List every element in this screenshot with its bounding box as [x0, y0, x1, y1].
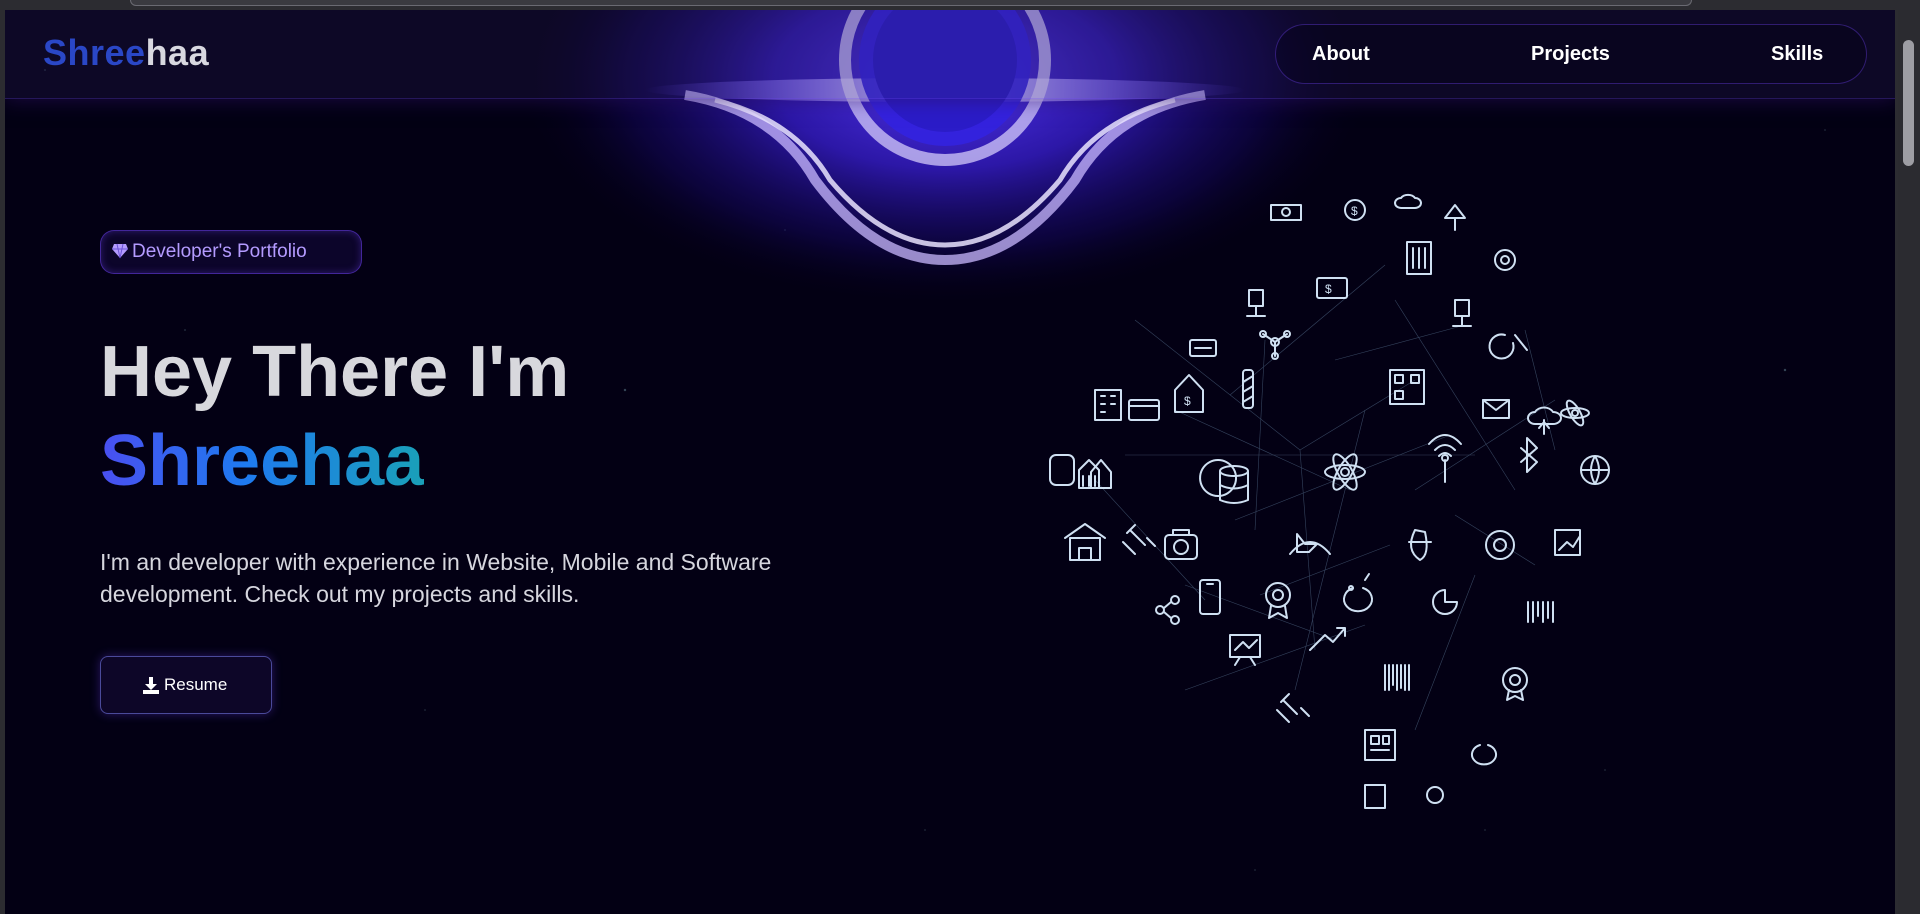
resume-button[interactable]: Resume — [100, 656, 272, 714]
svg-text:$: $ — [1184, 394, 1191, 408]
nav-links-container: About Projects Skills — [1275, 24, 1867, 84]
page-scrollbar[interactable] — [1898, 10, 1920, 914]
site-logo[interactable]: Shreehaa — [43, 32, 209, 74]
download-icon — [143, 677, 159, 694]
gem-icon — [112, 243, 128, 259]
svg-text:$: $ — [1325, 282, 1332, 296]
badge-label: Developer's Portfolio — [132, 241, 307, 262]
tech-icon-globe: $ $ $ — [1049, 193, 1610, 809]
browser-frame: Shreehaa About Projects Skills Developer… — [0, 0, 1920, 914]
hero-name: Shreehaa — [100, 421, 425, 501]
hero-description: I'm an developer with experience in Webs… — [100, 549, 772, 607]
svg-text:$: $ — [1351, 204, 1358, 218]
nav-link-skills[interactable]: Skills — [1771, 43, 1823, 66]
address-bar-edge — [130, 0, 1692, 6]
resume-label: Resume — [164, 675, 228, 694]
top-navbar: Shreehaa About Projects Skills — [5, 10, 1895, 99]
portfolio-badge: Developer's Portfolio — [100, 230, 362, 274]
nav-link-about[interactable]: About — [1312, 43, 1370, 66]
page-viewport: Shreehaa About Projects Skills Developer… — [5, 10, 1895, 914]
hero-greeting: Hey There I'm — [100, 332, 570, 412]
scrollbar-thumb[interactable] — [1903, 40, 1914, 166]
logo-part-2: haa — [145, 32, 210, 73]
nav-link-projects[interactable]: Projects — [1531, 43, 1610, 66]
logo-part-1: Shree — [43, 32, 146, 73]
